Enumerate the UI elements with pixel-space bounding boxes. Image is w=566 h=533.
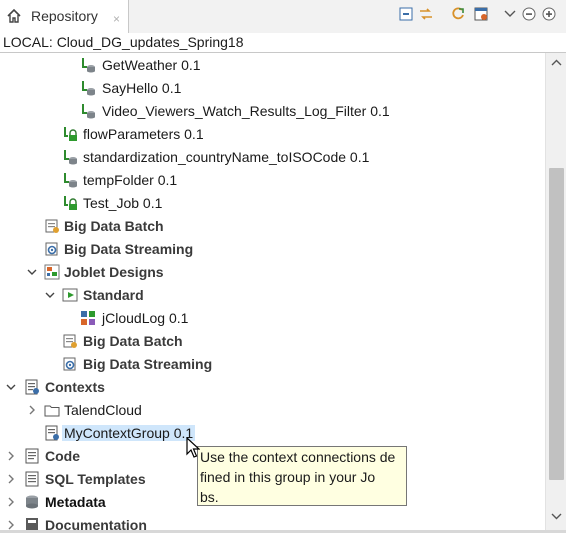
- repository-location: LOCAL: Cloud_DG_updates_Spring18: [0, 33, 566, 53]
- chevron-right-icon[interactable]: [6, 473, 16, 485]
- tree-item-label: tempFolder 0.1: [83, 172, 178, 188]
- view-toolbar: Repository ×: [0, 0, 566, 33]
- mouse-cursor-icon: [186, 437, 200, 458]
- joblet-item-icon: [81, 311, 95, 325]
- repository-tab[interactable]: Repository ×: [0, 0, 129, 33]
- job-db-icon: [82, 58, 95, 73]
- vertical-scrollbar[interactable]: [545, 53, 566, 533]
- tooltip-line: bs.: [200, 489, 219, 505]
- filter-settings-icon[interactable]: [473, 6, 489, 22]
- minimize-icon[interactable]: [521, 6, 537, 22]
- tree-item-big-data-streaming[interactable]: Big Data Streaming: [0, 239, 540, 261]
- chevron-down-icon[interactable]: [6, 381, 16, 393]
- home-icon: [7, 8, 21, 23]
- chevron-right-icon[interactable]: [6, 450, 16, 462]
- job-db-icon: [64, 173, 77, 188]
- tree-item-label: Big Data Streaming: [64, 241, 194, 257]
- tree-item-label: MyContextGroup 0.1: [62, 425, 196, 441]
- collapse-all-icon[interactable]: [398, 6, 414, 22]
- chevron-right-icon[interactable]: [6, 496, 16, 508]
- tree-item-label: Standard: [83, 287, 144, 303]
- tree-item-label: Big Data Streaming: [83, 356, 213, 372]
- tree-item-context-group[interactable]: MyContextGroup 0.1: [0, 423, 540, 445]
- chevron-down-icon[interactable]: [45, 289, 55, 301]
- tree-item-label: standardization_countryName_toISOCode 0.…: [83, 149, 370, 165]
- location-label: LOCAL: Cloud_DG_updates_Spring18: [3, 34, 244, 50]
- tree-item-job[interactable]: tempFolder 0.1: [0, 170, 540, 192]
- tooltip-line: Use the context connections de: [200, 449, 396, 465]
- tree-item-label: Video_Viewers_Watch_Results_Log_Filter 0…: [102, 103, 390, 119]
- tree-item-label: Test_Job 0.1: [83, 195, 163, 211]
- tree-item-joblet[interactable]: jCloudLog 0.1: [0, 308, 540, 330]
- tree-item-job[interactable]: GetWeather 0.1: [0, 55, 540, 77]
- tree-item-label: jCloudLog 0.1: [102, 310, 189, 326]
- job-locked-icon: [64, 196, 77, 210]
- tree-item-joblet-designs[interactable]: Joblet Designs: [0, 262, 540, 284]
- big-data-streaming-icon: [45, 242, 58, 256]
- sql-templates-icon: [25, 471, 39, 487]
- tooltip: Use the context connections de fined in …: [197, 446, 407, 506]
- tree-item-label: SQL Templates: [45, 471, 146, 487]
- tree-item-label: Big Data Batch: [64, 218, 164, 234]
- tree-item-big-data-batch[interactable]: Big Data Batch: [0, 331, 540, 353]
- contexts-icon: [25, 379, 39, 395]
- job-db-icon: [64, 150, 77, 165]
- job-db-icon: [82, 81, 95, 96]
- chevron-down-icon[interactable]: [27, 266, 37, 278]
- big-data-streaming-icon: [63, 357, 76, 371]
- tree-item-label: SayHello 0.1: [102, 80, 182, 96]
- job-locked-icon: [64, 127, 77, 141]
- tree-item-label: Metadata: [45, 494, 106, 510]
- tree-item-label: Big Data Batch: [83, 333, 183, 349]
- tree-item-job[interactable]: SayHello 0.1: [0, 78, 540, 100]
- close-icon[interactable]: ×: [113, 13, 120, 25]
- job-db-icon: [82, 104, 95, 119]
- tree-item-big-data-streaming[interactable]: Big Data Streaming: [0, 354, 540, 376]
- tree-item-label: TalendCloud: [64, 402, 142, 418]
- maximize-icon[interactable]: [541, 6, 557, 22]
- tree-item-label: Joblet Designs: [64, 264, 164, 280]
- tree-item-big-data-batch[interactable]: Big Data Batch: [0, 216, 540, 238]
- tree-item-job[interactable]: Video_Viewers_Watch_Results_Log_Filter 0…: [0, 101, 540, 123]
- context-group-icon: [45, 425, 59, 441]
- metadata-icon: [26, 495, 38, 509]
- tree-item-job[interactable]: standardization_countryName_toISOCode 0.…: [0, 147, 540, 169]
- folder-icon: [44, 405, 60, 417]
- joblet-icon: [44, 264, 60, 280]
- chevron-right-icon[interactable]: [27, 404, 37, 416]
- refresh-icon[interactable]: [450, 6, 466, 22]
- code-icon: [25, 448, 39, 464]
- tooltip-line: fined in this group in your Jo: [200, 469, 376, 485]
- standard-folder-icon: [62, 288, 78, 302]
- big-data-batch-icon: [63, 334, 77, 348]
- scroll-up-icon[interactable]: [550, 58, 563, 68]
- view-menu-icon[interactable]: [502, 6, 518, 22]
- tree-item-label: GetWeather 0.1: [102, 57, 201, 73]
- tree-item-job[interactable]: Test_Job 0.1: [0, 193, 540, 215]
- scrollbar-thumb[interactable]: [549, 168, 564, 480]
- tab-title: Repository: [31, 8, 98, 24]
- link-with-editor-icon[interactable]: [418, 6, 434, 22]
- scroll-down-icon[interactable]: [550, 511, 563, 521]
- tree-item-label: flowParameters 0.1: [83, 126, 204, 142]
- tree-item-label: Contexts: [45, 379, 105, 395]
- tree-item-standard[interactable]: Standard: [0, 285, 540, 307]
- tree-item-contexts[interactable]: Contexts: [0, 377, 540, 399]
- big-data-batch-icon: [45, 219, 59, 233]
- tree-item-job[interactable]: flowParameters 0.1: [0, 124, 540, 146]
- tree-item-label: Code: [45, 448, 80, 464]
- tree-item-folder[interactable]: TalendCloud: [0, 400, 540, 422]
